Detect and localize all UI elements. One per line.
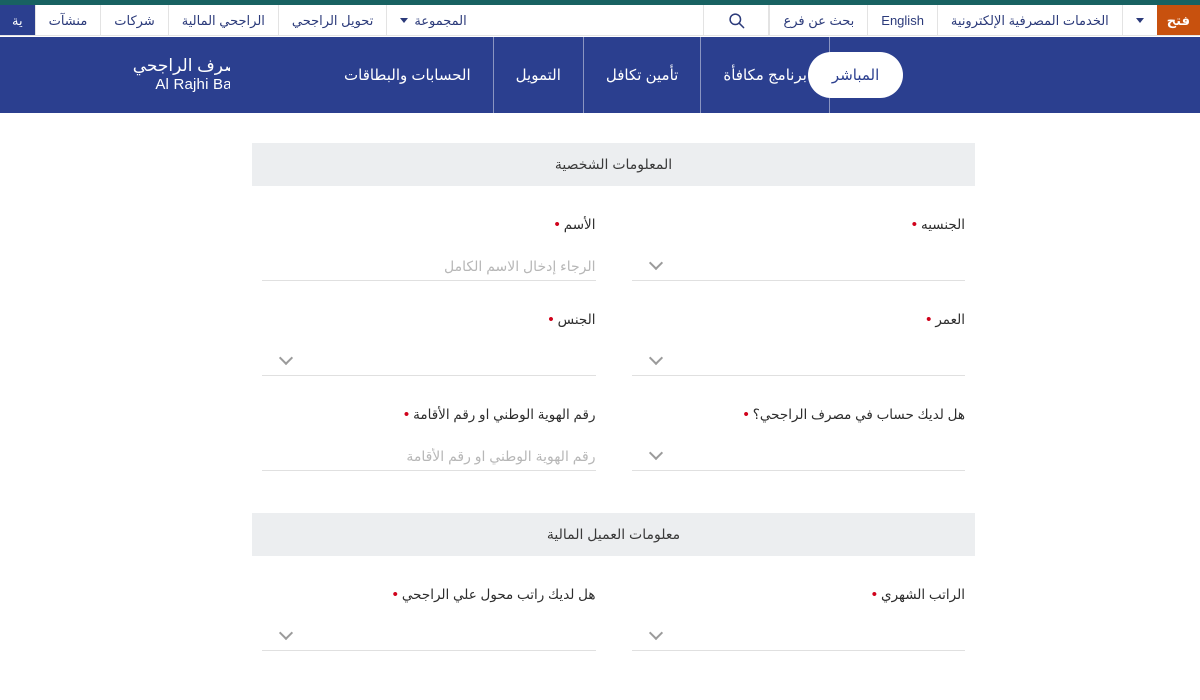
search-icon xyxy=(729,12,745,28)
chevron-down-icon xyxy=(281,353,292,360)
field-age: العمر• xyxy=(614,312,976,376)
label-text: الجنس xyxy=(557,312,596,327)
page-content: المعلومات الشخصية الجنسيه• الأسم• الرجاء… xyxy=(0,113,1200,700)
logo-english-text: Al Rajhi Bank xyxy=(155,76,230,94)
form-row-3: هل لديك حساب في مصرف الراجحي؟• رقم الهوي… xyxy=(252,376,975,471)
topbar-branch-search[interactable]: بحث عن فرع xyxy=(769,5,867,35)
nav-item-accounts-cards[interactable]: الحسابات والبطاقات xyxy=(322,37,494,113)
field-salary-transferred: هل لديك راتب محول علي الراجحي• xyxy=(252,587,614,651)
field-label-age: العمر• xyxy=(632,311,965,328)
chevron-down-icon xyxy=(281,628,292,635)
main-navigation: مصرف الراجحي Al Rajhi Bank الحسابات والب… xyxy=(0,37,1200,113)
label-text: العمر xyxy=(935,312,965,327)
section-header-personal-info: المعلومات الشخصية xyxy=(252,143,975,186)
label-text: الأسم xyxy=(563,217,596,232)
field-label-has-rajhi-account: هل لديك حساب في مصرف الراجحي؟• xyxy=(632,406,965,423)
nationality-select[interactable] xyxy=(631,252,965,281)
field-has-rajhi-account: هل لديك حساب في مصرف الراجحي؟• xyxy=(614,407,976,471)
nav-item-financing[interactable]: التمويل xyxy=(494,37,584,113)
chevron-down-icon xyxy=(651,448,662,455)
chevron-down-icon xyxy=(1135,17,1144,23)
bank-logo[interactable]: مصرف الراجحي Al Rajhi Bank xyxy=(0,37,230,113)
label-text: رقم الهوية الوطني او رقم الأقامة xyxy=(413,407,596,422)
field-full-name: الأسم• xyxy=(252,217,614,281)
gender-select[interactable] xyxy=(262,347,596,376)
field-label-monthly-salary: الراتب الشهري• xyxy=(632,586,965,603)
field-label-national-id: رقم الهوية الوطني او رقم الأقامة• xyxy=(262,407,596,422)
salary-transferred-select[interactable] xyxy=(262,622,596,651)
full-name-input-wrapper xyxy=(262,252,596,281)
nav-item-takaful-insurance[interactable]: تأمين تكافل xyxy=(584,37,702,113)
required-marker: • xyxy=(911,216,917,233)
field-nationality: الجنسيه• xyxy=(614,217,976,281)
topbar-link-corporates[interactable]: شركات xyxy=(100,5,167,35)
search-button[interactable] xyxy=(703,5,770,35)
field-gender: الجنس• xyxy=(252,312,614,376)
required-marker: • xyxy=(392,586,398,603)
has-rajhi-account-select[interactable] xyxy=(631,442,965,471)
label-text: الجنسيه xyxy=(920,217,965,232)
chevron-down-icon xyxy=(651,628,662,635)
topbar-ebanking-link[interactable]: الخدمات المصرفية الإلكترونية xyxy=(936,5,1122,35)
topbar-link-rajhi-capital[interactable]: الراجحي المالية xyxy=(167,5,278,35)
field-label-gender: الجنس• xyxy=(262,311,596,328)
form-row-4: الراتب الشهري• هل لديك راتب محول علي الر… xyxy=(252,556,975,651)
topbar-secondary-links: بحث عن فرع English الخدمات المصرفية الإل… xyxy=(703,5,1200,35)
required-marker: • xyxy=(554,216,560,233)
chevron-down-icon xyxy=(400,17,409,23)
monthly-salary-select[interactable] xyxy=(631,622,965,651)
field-monthly-salary: الراتب الشهري• xyxy=(614,587,976,651)
field-label-nationality: الجنسيه• xyxy=(632,216,965,233)
chevron-down-icon xyxy=(651,353,662,360)
national-id-input-wrapper xyxy=(262,442,596,471)
topbar-group-label: المجموعة xyxy=(414,12,467,28)
utility-topbar: ية منشآت شركات الراجحي المالية تحويل الر… xyxy=(0,5,1200,36)
topbar-ebanking-caret[interactable] xyxy=(1121,5,1157,35)
section-header-financial-info: معلومات العميل المالية xyxy=(252,513,975,556)
label-text: هل لديك حساب في مصرف الراجحي؟ xyxy=(752,407,965,422)
required-marker: • xyxy=(548,311,554,328)
field-national-id: رقم الهوية الوطني او رقم الأقامة• xyxy=(252,407,614,471)
topbar-link-rajhi-transfer[interactable]: تحويل الراجحي xyxy=(277,5,386,35)
field-label-salary-transferred: هل لديك راتب محول علي الراجحي• xyxy=(262,587,596,602)
nav-item-rewards-program[interactable]: برنامج مكافأة xyxy=(701,37,830,113)
national-id-input[interactable] xyxy=(262,442,596,470)
field-label-full-name: الأسم• xyxy=(262,216,596,233)
form-row-1: الجنسيه• الأسم• xyxy=(252,186,975,281)
topbar-primary-links: ية منشآت شركات الراجحي المالية تحويل الر… xyxy=(0,5,480,35)
topbar-link-monshaat[interactable]: منشآت xyxy=(34,5,101,35)
label-text: الراتب الشهري xyxy=(881,587,965,602)
required-marker: • xyxy=(403,406,410,423)
required-marker: • xyxy=(743,406,749,423)
required-marker: • xyxy=(871,586,878,603)
chevron-down-icon xyxy=(651,258,662,265)
form-row-2: العمر• الجنس• xyxy=(252,281,975,376)
age-select[interactable] xyxy=(631,347,965,376)
logo-arabic-text: مصرف الراجحي xyxy=(132,56,230,75)
full-name-input[interactable] xyxy=(262,252,596,280)
label-text: هل لديك راتب محول علي الراجحي xyxy=(401,587,596,602)
required-marker: • xyxy=(926,311,932,328)
application-form: المعلومات الشخصية الجنسيه• الأسم• الرجاء… xyxy=(252,143,975,651)
topbar-language-switch[interactable]: English xyxy=(867,5,937,35)
open-account-button[interactable]: فتح xyxy=(1156,5,1200,35)
topbar-active-item[interactable]: ية xyxy=(0,5,35,35)
topbar-group-dropdown[interactable]: المجموعة xyxy=(386,5,479,35)
